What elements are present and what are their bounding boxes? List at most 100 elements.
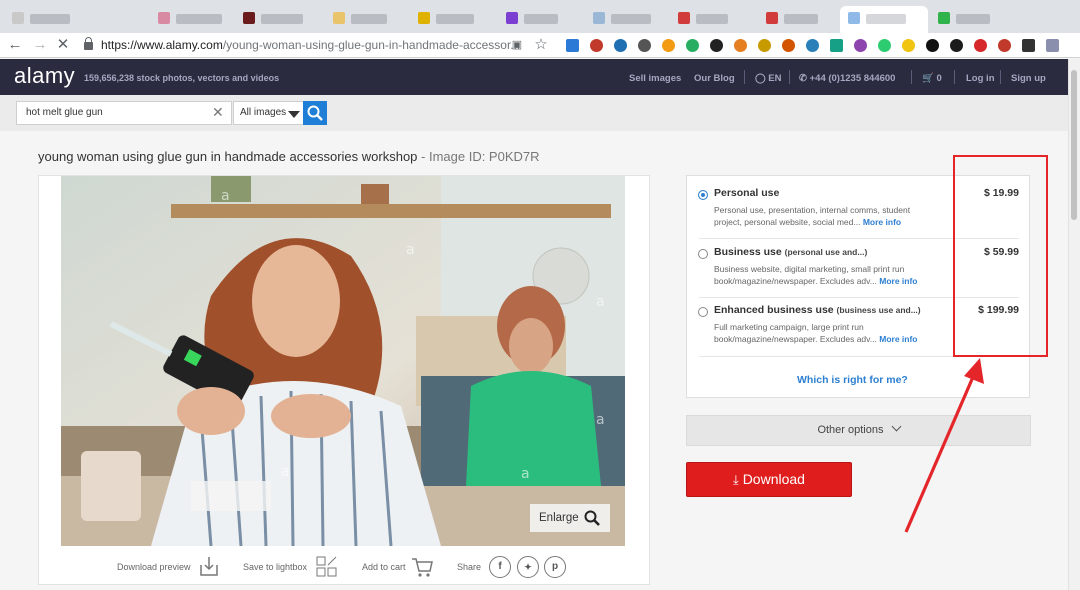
alamy-logo[interactable]: alamy [14, 63, 75, 89]
browser-tab-active[interactable] [840, 6, 928, 33]
more-info-link[interactable]: More info [863, 217, 901, 227]
license-description: Personal use, presentation, internal com… [714, 204, 929, 228]
browser-tab[interactable] [498, 6, 578, 33]
extension-icon[interactable] [638, 39, 651, 52]
back-arrow-icon[interactable]: ← [6, 36, 24, 54]
extension-icon[interactable] [758, 39, 771, 52]
phone-label: +44 (0)1235 844600 [809, 73, 896, 84]
extension-icon[interactable] [782, 39, 795, 52]
cart-icon[interactable] [411, 556, 433, 578]
nav-login[interactable]: Log in [966, 73, 995, 84]
profile-avatar[interactable] [1046, 39, 1059, 52]
extension-icon[interactable] [686, 39, 699, 52]
extension-icon[interactable] [1022, 39, 1035, 52]
forward-arrow-icon[interactable]: → [31, 36, 49, 54]
nav-divider [911, 70, 912, 84]
dropdown-value: All images [240, 107, 287, 118]
share-label: Share [457, 562, 482, 572]
enlarge-label: Enlarge [539, 512, 579, 524]
extension-icon[interactable] [830, 39, 843, 52]
url-field[interactable]: https://www.alamy.com/young-woman-using-… [84, 35, 556, 56]
image-id: - Image ID: P0KD7R [417, 149, 540, 164]
save-to-lightbox-link[interactable]: Save to lightbox [243, 562, 307, 572]
lightbox-icon[interactable] [316, 556, 338, 578]
enlarge-button[interactable]: Enlarge [530, 504, 610, 532]
translate-icon[interactable]: ▣ [508, 36, 526, 54]
license-name-sub: (business use and...) [836, 305, 921, 315]
extension-icon[interactable] [566, 39, 579, 52]
browser-tab[interactable] [585, 6, 665, 33]
extension-icon[interactable] [878, 39, 891, 52]
nav-our-blog[interactable]: Our Blog [694, 73, 735, 84]
svg-text:a: a [596, 412, 605, 428]
browser-tab[interactable] [930, 6, 1010, 33]
browser-tab[interactable] [325, 6, 405, 33]
browser-tab[interactable] [410, 6, 490, 33]
search-row: hot melt glue gun ✕ All images [0, 95, 1068, 131]
image-type-dropdown[interactable]: All images [233, 101, 305, 125]
more-info-link[interactable]: More info [879, 334, 917, 344]
extension-icon[interactable] [614, 39, 627, 52]
nav-phone[interactable]: ✆ +44 (0)1235 844600 [799, 73, 895, 84]
extension-icon[interactable] [734, 39, 747, 52]
extension-icon[interactable] [590, 39, 603, 52]
license-name: Personal use [714, 187, 780, 199]
nav-divider [1000, 70, 1001, 84]
extension-icon[interactable] [662, 39, 675, 52]
add-to-cart-link[interactable]: Add to cart [362, 562, 406, 572]
nav-signup[interactable]: Sign up [1011, 73, 1046, 84]
extension-icon[interactable] [926, 39, 939, 52]
download-button[interactable]: ⤓ Download [686, 462, 852, 497]
license-name-text: Enhanced business use [714, 304, 834, 316]
license-radio[interactable] [698, 249, 708, 259]
stock-photo[interactable]: a a a a a a [61, 176, 625, 546]
facebook-icon[interactable]: f [489, 556, 511, 578]
download-preview-link[interactable]: Download preview [117, 562, 191, 572]
image-title-text: young woman using glue gun in handmade a… [38, 149, 418, 164]
twitter-icon[interactable]: ✦ [517, 556, 539, 578]
nav-sell-images[interactable]: Sell images [629, 73, 681, 84]
site-header: alamy 159,656,238 stock photos, vectors … [0, 59, 1068, 95]
download-icon[interactable] [199, 555, 219, 577]
phone-icon: ✆ [799, 73, 807, 84]
extension-icon[interactable] [854, 39, 867, 52]
language-label: EN [768, 73, 782, 84]
extension-icon[interactable] [710, 39, 723, 52]
extension-icon[interactable] [974, 39, 987, 52]
stop-icon[interactable]: ✕ [54, 36, 72, 54]
browser-tab[interactable] [150, 6, 230, 33]
license-radio[interactable] [698, 307, 708, 317]
star-icon[interactable]: ☆ [532, 36, 550, 54]
license-name: Business use (personal use and...) [714, 246, 867, 258]
license-description: Business website, digital marketing, sma… [714, 263, 929, 287]
nav-divider [789, 70, 790, 84]
extension-icon[interactable] [998, 39, 1011, 52]
svg-text:a: a [281, 464, 290, 480]
pinterest-icon[interactable]: p [544, 556, 566, 578]
header-tagline: 159,656,238 stock photos, vectors and vi… [84, 73, 280, 83]
nav-language[interactable]: ◯ EN [755, 73, 781, 84]
browser-tab[interactable] [670, 6, 750, 33]
browser-tab[interactable] [235, 6, 315, 33]
license-name-sub: (personal use and...) [784, 247, 868, 257]
download-icon: ⤓ [733, 472, 739, 487]
extension-icon[interactable] [902, 39, 915, 52]
more-info-link[interactable]: More info [879, 276, 917, 286]
globe-icon: ◯ [755, 73, 766, 84]
clear-icon[interactable]: ✕ [212, 105, 224, 119]
svg-text:a: a [221, 188, 230, 204]
extension-icon[interactable] [950, 39, 963, 52]
browser-tab[interactable] [758, 6, 838, 33]
search-button[interactable] [303, 101, 327, 125]
extension-icon[interactable] [806, 39, 819, 52]
license-radio[interactable] [698, 190, 708, 200]
nav-divider [744, 70, 745, 84]
browser-tab[interactable] [4, 6, 124, 33]
other-options-label: Other options [817, 424, 884, 436]
scrollbar-thumb[interactable] [1071, 70, 1077, 220]
svg-text:a: a [406, 242, 415, 258]
license-description-text: Full marketing campaign, large print run… [714, 322, 877, 344]
cart-icon: 🛒 [922, 73, 934, 84]
search-input[interactable]: hot melt glue gun [16, 101, 232, 125]
nav-cart[interactable]: 🛒 0 [922, 73, 942, 84]
